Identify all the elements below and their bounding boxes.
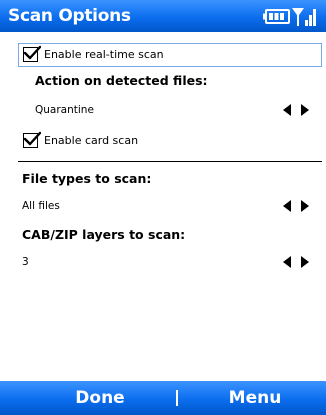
cab-zip-heading: CAB/ZIP layers to scan:	[22, 227, 186, 242]
arrow-left-icon[interactable]	[283, 200, 291, 212]
page-title: Scan Options	[8, 6, 131, 26]
card-scan-label: Enable card scan	[44, 134, 139, 147]
action-heading: Action on detected files:	[35, 73, 208, 88]
arrow-right-icon[interactable]	[301, 104, 309, 116]
arrow-left-icon[interactable]	[283, 256, 291, 268]
arrow-right-icon[interactable]	[301, 200, 309, 212]
file-types-selector[interactable]: All files	[0, 196, 326, 216]
softkey-bar: Done Menu	[0, 381, 326, 415]
realtime-scan-checkbox[interactable]	[23, 45, 41, 62]
check-icon	[23, 131, 41, 146]
signal-strength-icon	[292, 8, 316, 26]
file-types-heading: File types to scan:	[22, 171, 152, 186]
card-scan-checkbox[interactable]	[23, 131, 41, 148]
softkey-separator	[176, 390, 178, 406]
menu-button[interactable]: Menu	[195, 381, 315, 415]
done-button[interactable]: Done	[40, 381, 160, 415]
check-icon	[23, 45, 41, 60]
cab-zip-value: 3	[22, 256, 29, 268]
realtime-scan-option[interactable]: Enable real-time scan	[18, 43, 322, 67]
battery-icon	[263, 9, 290, 24]
card-scan-option[interactable]: Enable card scan	[18, 130, 322, 154]
file-types-value: All files	[22, 200, 60, 212]
action-arrows[interactable]	[283, 103, 317, 117]
arrow-left-icon[interactable]	[283, 104, 291, 116]
file-types-arrows[interactable]	[283, 199, 317, 213]
divider	[18, 161, 322, 162]
action-selector[interactable]: Quarantine	[0, 100, 326, 120]
title-bar: Scan Options	[0, 0, 326, 32]
realtime-scan-label: Enable real-time scan	[44, 48, 164, 61]
cab-zip-arrows[interactable]	[283, 255, 317, 269]
cab-zip-selector[interactable]: 3	[0, 252, 326, 272]
scan-options-screen: Scan Options Enable real-time scan Actio…	[0, 0, 326, 415]
action-value: Quarantine	[35, 104, 94, 116]
arrow-right-icon[interactable]	[301, 256, 309, 268]
